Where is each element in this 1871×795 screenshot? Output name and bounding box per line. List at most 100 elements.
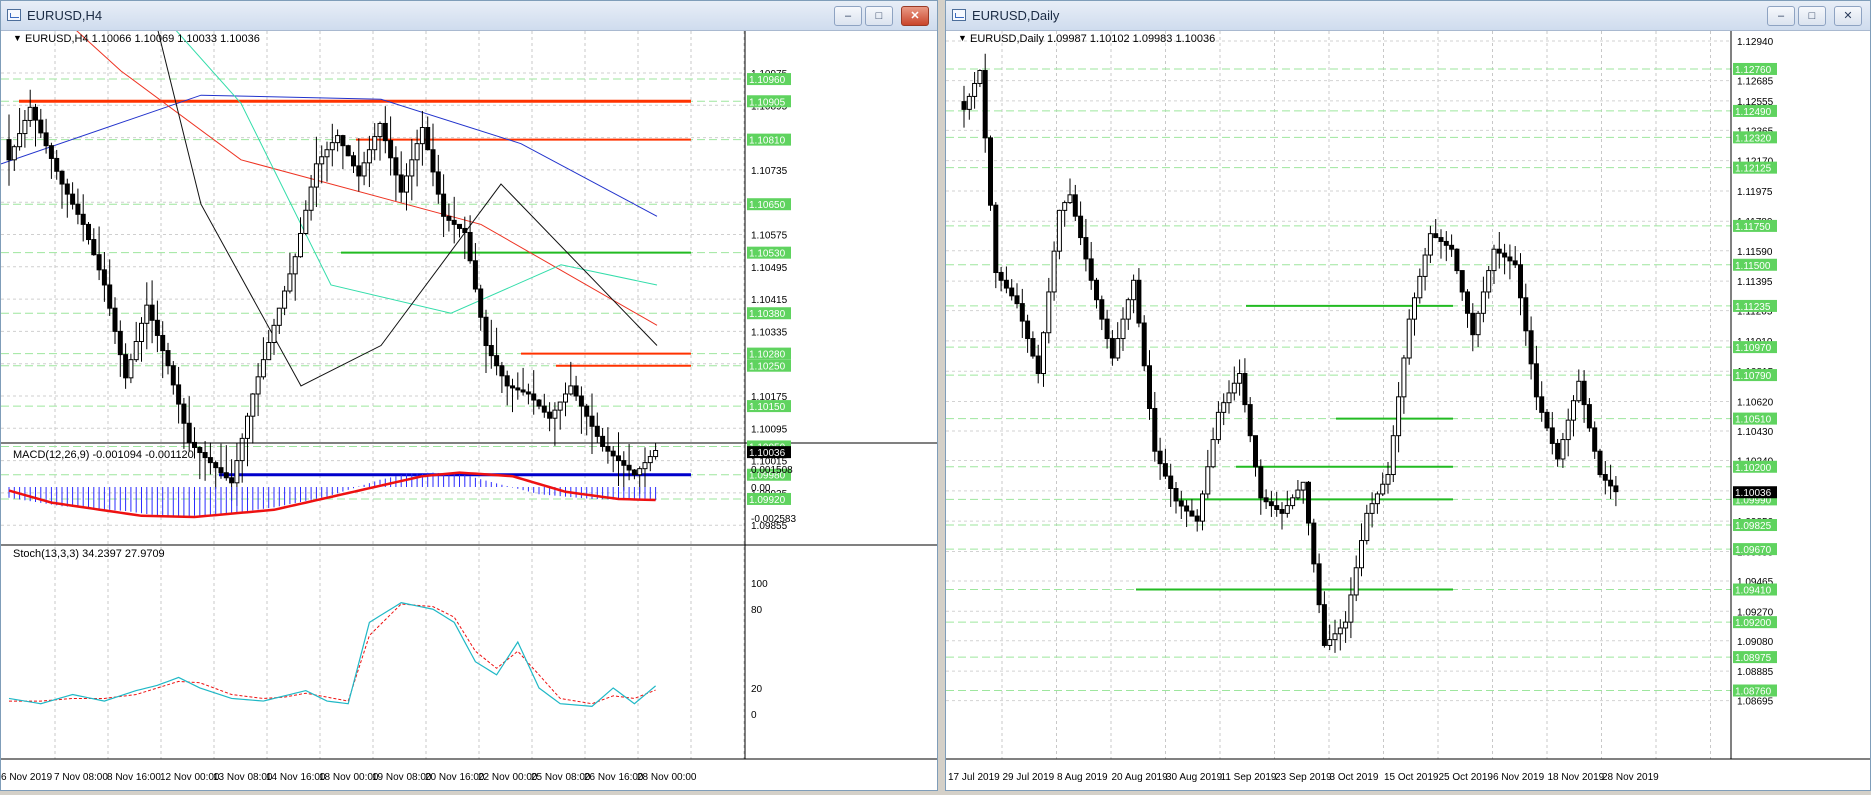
candle-bear [472,260,478,290]
level-label-text: 1.09825 [1735,521,1772,532]
candle-bull [239,437,245,462]
candle-bear [504,375,510,387]
moving-average-line [149,0,658,387]
time-axis-label: 8 Nov 16:00 [107,772,161,783]
candle-bear [43,132,49,147]
candle-bull [361,162,367,177]
candle-bear [59,170,65,185]
candle-bull [1480,291,1486,314]
time-axis-label: 19 Nov 08:00 [372,772,432,783]
chart-menu-arrow-icon[interactable]: ▼ [958,33,967,43]
candle-bull [1115,338,1121,359]
candle-bear [1470,312,1476,336]
candle-bear [1178,500,1184,507]
candle-bear [441,193,447,217]
h4-window-title: EURUSD,H4 [27,8,103,23]
candle-bear [1168,475,1174,490]
maximize-button[interactable]: □ [1798,6,1826,26]
level-label-text: 1.11500 [1735,261,1771,272]
candle-bull [1401,357,1407,398]
candle-bear [218,467,224,474]
candle-bear [578,395,584,407]
candle-bull [1353,567,1359,596]
candle-bear [1512,260,1518,266]
candle-bear [1274,505,1280,510]
level-label-text: 1.12320 [1735,133,1772,144]
candle-bull [568,385,574,395]
macd-axis-label: 0.001508 [751,465,793,476]
time-axis-label: 22 Nov 00:00 [478,772,538,783]
level-label-text: 1.10380 [749,309,786,320]
candle-bear [462,227,468,233]
stoch-indicator-label: Stoch(13,3,3) 34.2397 27.9709 [13,548,165,560]
price-tick-label: 1.10575 [751,231,788,242]
candle-bear [112,307,118,332]
candle-bull [1221,402,1227,413]
candle-bear [160,334,166,352]
candle-bull [1041,332,1046,375]
macd-axis-label: -0.002583 [751,514,796,525]
daily-chart-canvas[interactable]: 1.129401.126851.125551.123651.121701.119… [946,31,1870,790]
macd-axis-label: 0.00 [751,483,771,494]
candle-bear [393,157,399,176]
candle-bear [525,391,531,395]
candle-bear [1072,194,1078,217]
candle-bear [515,387,521,391]
candle-bear [1030,338,1036,357]
candle-bear [1518,264,1523,299]
candle-bull [563,393,568,403]
minimize-button[interactable]: – [1767,6,1795,26]
daily-window-title: EURUSD,Daily [972,8,1060,23]
candle-bear [1316,563,1322,606]
candle-bull [1237,373,1243,384]
price-tick-label: 1.08885 [1737,667,1774,678]
daily-chart-window[interactable]: EURUSD,Daily – □ ✕ 1.12940 1.12685 1.12555… [945,0,1871,791]
h4-chart-window[interactable]: EURUSD,H4 – □ ✕ 1.109751.108951.108151.1… [0,0,938,791]
candle-bear [54,157,60,172]
h4-window-titlebar[interactable]: EURUSD,H4 – □ ✕ [1,1,937,31]
candle-bear [1099,299,1105,320]
close-button[interactable]: ✕ [901,6,929,26]
h4-chart-area[interactable]: 1.109751.108951.108151.107351.106551.105… [0,0,937,790]
minimize-button[interactable]: – [834,6,862,26]
daily-chart-area[interactable]: 1.129401.126851.125551.123651.121701.119… [946,31,1870,790]
candle-bull [1067,194,1073,204]
candle-bear [1189,510,1195,517]
candle-bear [998,272,1004,281]
candle-bear [594,425,600,437]
candle-bull [260,359,266,378]
level-label-text: 1.08760 [1735,687,1772,698]
price-tick-label: 1.11395 [1737,277,1773,288]
candle-bull [1290,497,1296,507]
maximize-button[interactable]: □ [865,6,893,26]
candle-bull [966,95,972,110]
candle-bear [398,174,404,193]
candle-bull [1120,318,1126,340]
level-label-text: 1.10960 [749,75,786,86]
candle-bear [1035,355,1041,375]
candle-bull [1560,439,1566,460]
candle-bear [107,284,113,309]
candle-bear [1449,244,1455,250]
chart-menu-arrow-icon[interactable]: ▼ [13,33,22,43]
candle-bear [91,239,97,256]
candle-bear [48,145,54,159]
candle-bear [1602,474,1608,481]
candle-bull [27,106,33,121]
candle-bull [372,136,378,151]
stoch-axis-label: 0 [751,710,757,721]
candle-bull [404,175,409,193]
candle-bear [1157,450,1163,465]
close-button[interactable]: ✕ [1834,6,1862,26]
candle-bull [1284,505,1290,514]
candle-bear [1539,396,1545,413]
candle-bear [547,411,553,419]
candle-bear [1321,604,1327,646]
candle-bear [1184,505,1190,512]
level-label-text: 1.10650 [749,200,786,211]
candle-bear [1608,479,1614,487]
candle-bull [266,342,272,361]
time-axis-label: 15 Oct 2019 [1384,772,1439,783]
daily-window-titlebar[interactable]: EURUSD,Daily – □ ✕ [946,1,1870,31]
h4-chart-canvas[interactable]: 1.109751.108951.108151.107351.106551.105… [0,0,937,790]
